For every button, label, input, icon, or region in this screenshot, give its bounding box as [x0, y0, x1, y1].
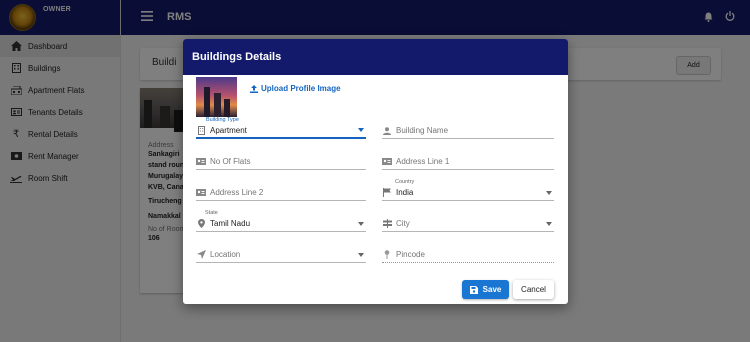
save-label: Save — [482, 285, 502, 294]
upload-icon — [250, 84, 258, 93]
address-line-2-field[interactable]: Address Line 2 — [196, 185, 366, 201]
country-value: India — [396, 188, 414, 197]
navigation-arrow-icon — [196, 250, 206, 260]
location-pin-icon — [196, 219, 206, 229]
city-select[interactable]: City — [382, 216, 554, 232]
id-card-icon — [382, 157, 392, 167]
dialog-title: Buildings Details — [183, 39, 568, 75]
person-icon — [382, 126, 392, 136]
building-icon — [196, 125, 206, 135]
no-of-flats-placeholder: No Of Flats — [210, 157, 251, 166]
country-select[interactable]: India — [382, 185, 554, 201]
pincode-field[interactable]: Pincode — [382, 247, 554, 263]
buildings-details-dialog: Buildings Details Upload Profile Image B… — [183, 39, 568, 304]
building-type-select[interactable]: Apartment — [196, 123, 366, 139]
state-select[interactable]: Tamil Nadu — [196, 216, 366, 232]
id-card-icon — [196, 188, 206, 198]
save-icon — [469, 285, 478, 294]
flag-icon — [382, 188, 392, 198]
chevron-down-icon — [358, 252, 364, 257]
city-placeholder: City — [396, 219, 410, 228]
id-card-icon — [196, 157, 206, 167]
pin-icon — [382, 250, 392, 260]
building-name-placeholder: Building Name — [396, 126, 449, 135]
profile-image — [196, 77, 237, 117]
building-type-value: Apartment — [210, 125, 247, 135]
address-line-1-field[interactable]: Address Line 1 — [382, 154, 554, 170]
chevron-down-icon — [546, 190, 552, 195]
address-line-1-placeholder: Address Line 1 — [396, 157, 450, 166]
building-name-field[interactable]: Building Name — [382, 123, 554, 139]
cancel-button[interactable]: Cancel — [513, 280, 554, 299]
chevron-down-icon — [358, 128, 364, 132]
chevron-down-icon — [358, 221, 364, 226]
chevron-down-icon — [546, 221, 552, 226]
save-button[interactable]: Save — [462, 280, 509, 299]
pincode-placeholder: Pincode — [396, 250, 425, 259]
upload-label: Upload Profile Image — [261, 84, 341, 93]
location-select[interactable]: Location — [196, 247, 366, 263]
no-of-flats-field[interactable]: No Of Flats — [196, 154, 366, 170]
address-line-2-placeholder: Address Line 2 — [210, 188, 264, 197]
state-value: Tamil Nadu — [210, 219, 251, 228]
location-placeholder: Location — [210, 250, 241, 259]
upload-profile-image-button[interactable]: Upload Profile Image — [250, 84, 341, 93]
signpost-icon — [382, 219, 392, 229]
